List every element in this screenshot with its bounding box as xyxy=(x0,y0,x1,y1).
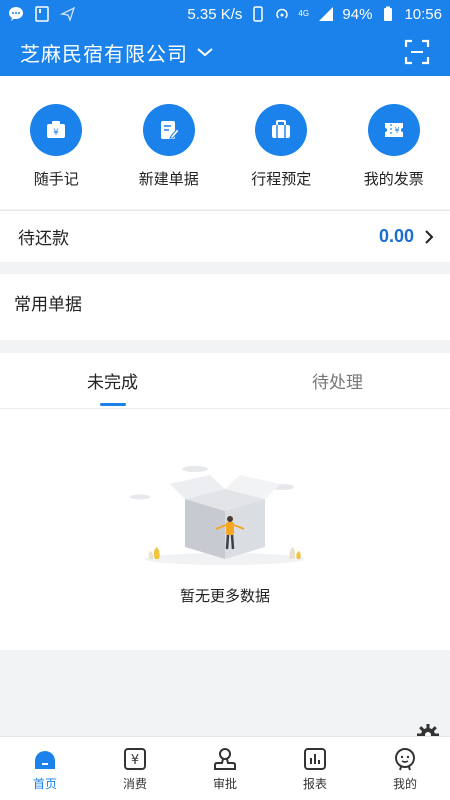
signal-icon xyxy=(319,7,334,21)
app-header: 芝麻民宿有限公司 xyxy=(0,28,450,76)
nav-approve[interactable]: 审批 xyxy=(180,737,270,800)
approve-icon xyxy=(214,748,236,770)
quick-action-invoice[interactable]: ¥ 我的发票 xyxy=(338,76,450,209)
phone-icon xyxy=(253,6,264,22)
bottom-nav: 首页 ¥ 消费 审批 报表 我的 xyxy=(0,736,450,800)
svg-text:¥: ¥ xyxy=(53,128,59,138)
wallet-yen-icon: ¥ xyxy=(30,104,83,156)
status-bar: 5.35 K/s 4G 94% 10:56 xyxy=(0,0,450,28)
yen-icon: ¥ xyxy=(124,748,146,770)
quick-action-new-doc[interactable]: 新建单据 xyxy=(113,76,226,209)
tab-label: 待处理 xyxy=(312,373,363,392)
tab-incomplete[interactable]: 未完成 xyxy=(0,353,225,408)
nav-report[interactable]: 报表 xyxy=(270,737,360,800)
nav-label: 审批 xyxy=(212,777,237,791)
hotspot-icon xyxy=(276,8,289,19)
chevron-down-icon xyxy=(197,48,213,57)
empty-message: 暂无更多数据 xyxy=(179,588,270,605)
scan-icon[interactable] xyxy=(404,39,430,65)
suitcase-icon xyxy=(255,104,308,156)
company-name: 芝麻民宿有限公司 xyxy=(20,43,188,66)
repay-label: 待还款 xyxy=(18,229,69,248)
nav-label: 首页 xyxy=(32,777,57,791)
tab-pending[interactable]: 待处理 xyxy=(225,353,450,408)
invoice-icon: ¥ xyxy=(367,104,420,156)
section-title: 常用单据 xyxy=(14,295,82,314)
send-icon xyxy=(60,6,76,22)
home-icon xyxy=(35,751,55,769)
sd-card-icon xyxy=(35,6,49,22)
empty-box-illustration xyxy=(130,466,305,565)
svg-text:¥: ¥ xyxy=(131,753,139,768)
empty-state: 暂无更多数据 xyxy=(0,409,450,650)
message-icon xyxy=(9,7,23,21)
battery-icon xyxy=(384,6,393,21)
quick-actions: ¥ 随手记 新建单据 行程预定 ¥ 我的发票 xyxy=(0,76,450,209)
status-tabs: 未完成 待处理 xyxy=(0,353,450,409)
nav-expense[interactable]: ¥ 消费 xyxy=(90,737,180,800)
edit-doc-icon xyxy=(142,104,195,156)
quick-action-label: 新建单据 xyxy=(138,171,199,188)
profile-icon xyxy=(395,748,415,771)
chevron-right-icon xyxy=(425,229,434,244)
quick-action-label: 行程预定 xyxy=(251,171,312,188)
nav-label: 消费 xyxy=(122,777,147,791)
active-tab-indicator xyxy=(99,403,126,406)
repay-row[interactable]: 待还款 0.00 xyxy=(0,210,450,262)
report-icon xyxy=(304,748,326,770)
network-speed: 5.35 K/s xyxy=(187,5,243,23)
company-switcher[interactable]: 芝麻民宿有限公司 xyxy=(20,38,214,67)
quick-action-note[interactable]: ¥ 随手记 xyxy=(0,76,113,209)
svg-text:¥: ¥ xyxy=(394,126,399,135)
common-docs-section: 常用单据 xyxy=(0,274,450,340)
battery-percent: 94% xyxy=(342,5,373,23)
nav-home[interactable]: 首页 xyxy=(0,737,90,800)
nav-label: 报表 xyxy=(302,777,327,791)
quick-action-label: 我的发票 xyxy=(363,171,424,188)
clock: 10:56 xyxy=(404,5,442,23)
quick-action-label: 随手记 xyxy=(33,171,79,188)
nav-profile[interactable]: 我的 xyxy=(360,737,450,800)
tab-label: 未完成 xyxy=(87,373,138,392)
nav-label: 我的 xyxy=(392,777,417,791)
repay-amount: 0.00 xyxy=(378,226,414,246)
quick-action-trip[interactable]: 行程预定 xyxy=(225,76,338,209)
network-type: 4G xyxy=(298,9,310,18)
